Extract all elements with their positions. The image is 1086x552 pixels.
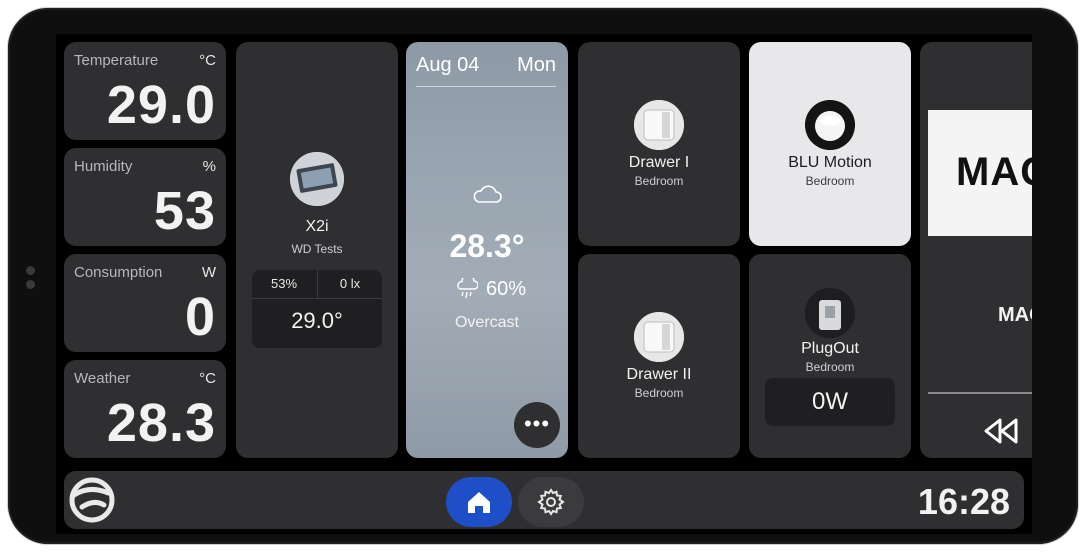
home-button[interactable]	[446, 477, 512, 527]
album-art-text: MAG	[956, 150, 1032, 194]
drawer-1-room: Bedroom	[634, 174, 684, 188]
settings-button[interactable]	[518, 477, 584, 527]
x2i-readings: 53% 0 lx 29.0°	[252, 270, 382, 348]
x2i-room: WD Tests	[291, 242, 343, 256]
album-art: MAG	[928, 110, 1032, 236]
weather-day: Mon	[517, 54, 556, 76]
clock: 16:28	[917, 481, 1010, 522]
home-icon	[468, 492, 490, 513]
drawer-1-name: Drawer I	[628, 154, 690, 171]
drawer-1-image	[634, 100, 684, 150]
card-unit: %	[202, 158, 216, 175]
drawer-1-card[interactable]: Drawer I Bedroom	[578, 42, 740, 246]
plugout-power: 0W	[765, 378, 895, 426]
weather-precip: 60%	[486, 278, 527, 300]
x2i-humidity: 53%	[270, 276, 298, 291]
weather-sensor-card[interactable]: Weather °C 28.3	[64, 360, 226, 458]
device-frame: Temperature °C 29.0 Humidity % 53 Consum…	[8, 8, 1078, 544]
more-button[interactable]: •••	[514, 402, 560, 448]
consumption-value: 0	[184, 287, 216, 347]
media-player-card[interactable]: MAG MAG	[920, 42, 1032, 458]
x2i-temperature: 29.0°	[291, 308, 343, 333]
drawer-2-name: Drawer II	[626, 366, 692, 383]
weather-card[interactable]: Aug 04 Mon 28.3° 60% Overcast •••	[406, 42, 568, 458]
plugout-card[interactable]: PlugOut Bedroom 0W	[749, 254, 911, 458]
card-label: Humidity	[74, 158, 133, 175]
x2i-device-image	[290, 152, 344, 206]
progress-bar[interactable]	[928, 392, 1032, 394]
weather-temperature: 28.3°	[449, 228, 525, 264]
drawer-2-card[interactable]: Drawer II Bedroom	[578, 254, 740, 458]
app-logo-icon[interactable]	[68, 477, 116, 528]
drawer-2-image	[634, 312, 684, 362]
divider	[416, 86, 556, 87]
drawer-2-room: Bedroom	[634, 386, 684, 400]
x2i-name: X2i	[305, 218, 329, 235]
card-label: Weather	[74, 370, 131, 387]
weather-date: Aug 04	[416, 54, 480, 76]
screen: Temperature °C 29.0 Humidity % 53 Consum…	[56, 34, 1032, 534]
consumption-card[interactable]: Consumption W 0	[64, 254, 226, 352]
plug-image	[805, 288, 855, 338]
card-unit: W	[201, 264, 216, 281]
bottom-bar: 16:28	[64, 471, 1024, 529]
x2i-device-card[interactable]: X2i WD Tests 53% 0 lx 29.0°	[236, 42, 398, 458]
motion-sensor-image	[805, 100, 855, 150]
temperature-card[interactable]: Temperature °C 29.0	[64, 42, 226, 140]
temperature-value: 29.0	[106, 75, 216, 135]
gear-icon	[537, 488, 565, 516]
media-title: MAG	[998, 304, 1032, 326]
humidity-card[interactable]: Humidity % 53	[64, 148, 226, 246]
rewind-icon[interactable]	[980, 416, 1022, 451]
weather-condition: Overcast	[454, 314, 519, 331]
cloud-icon	[472, 184, 502, 209]
card-label: Consumption	[74, 264, 163, 281]
blu-motion-name: BLU Motion	[788, 154, 872, 171]
weather-value: 28.3	[106, 393, 216, 453]
card-unit: °C	[199, 370, 216, 387]
blu-motion-card[interactable]: BLU Motion Bedroom	[749, 42, 911, 246]
humidity-value: 53	[153, 181, 216, 241]
plugout-room: Bedroom	[805, 360, 855, 374]
plugout-name: PlugOut	[801, 340, 859, 357]
card-unit: °C	[199, 52, 216, 69]
x2i-lux: 0 lx	[339, 276, 361, 291]
side-indicator-dots	[26, 266, 35, 294]
card-label: Temperature	[74, 52, 159, 69]
rain-icon	[456, 274, 479, 305]
blu-motion-room: Bedroom	[805, 174, 855, 188]
